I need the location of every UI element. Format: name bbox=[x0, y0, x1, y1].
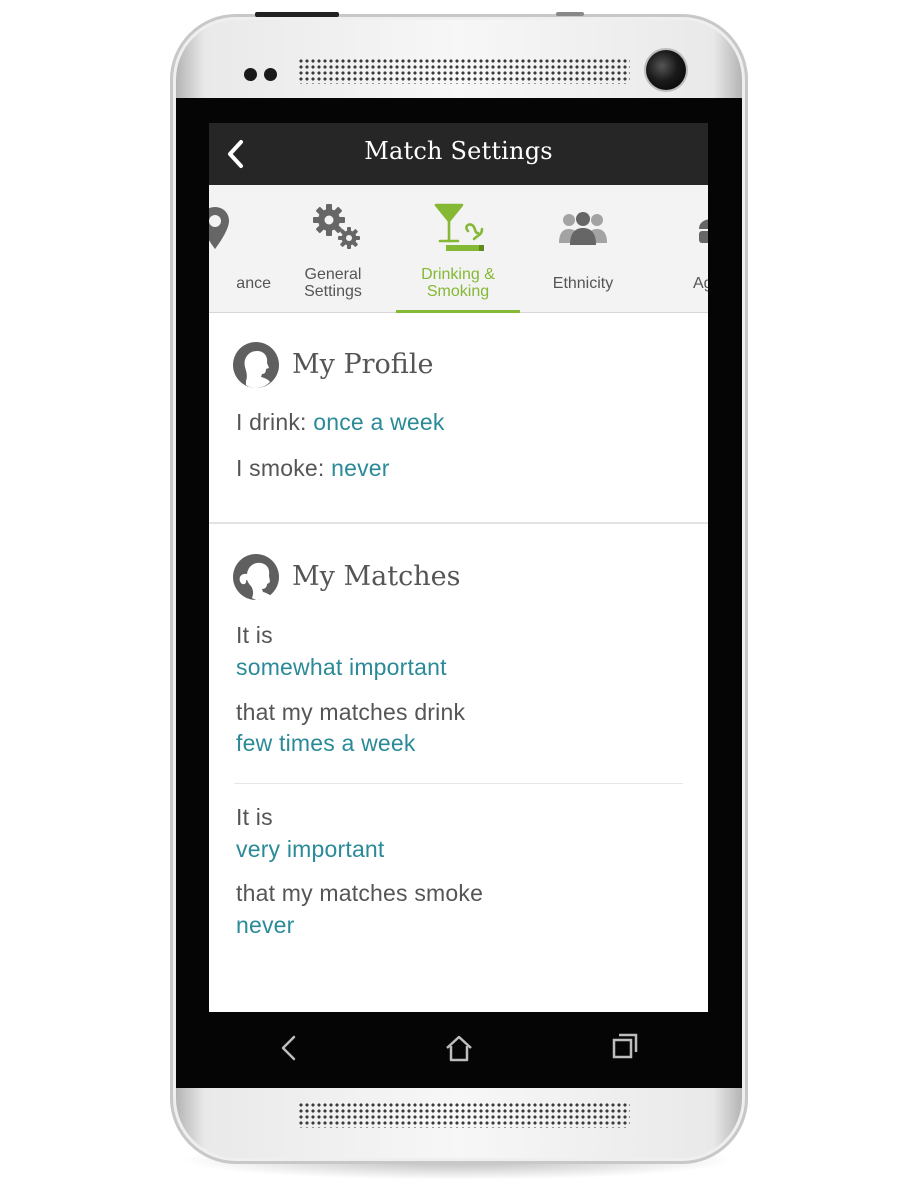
tab-drinking-smoking[interactable]: Drinking & Smoking bbox=[396, 185, 520, 313]
section-title: My Profile bbox=[292, 349, 434, 380]
female-profile-icon bbox=[233, 554, 279, 600]
tab-distance[interactable]: ance bbox=[209, 185, 271, 312]
profile-drink-row: I drink: once a week bbox=[236, 409, 445, 436]
back-arrow-icon bbox=[281, 1035, 296, 1061]
power-button bbox=[255, 12, 339, 17]
back-button[interactable] bbox=[215, 133, 257, 175]
recent-apps-icon bbox=[612, 1033, 638, 1059]
section-title: My Matches bbox=[292, 561, 461, 592]
preference-divider bbox=[234, 783, 683, 784]
top-speaker-grille bbox=[298, 58, 630, 84]
tab-label-line1: General bbox=[304, 266, 362, 283]
people-group-icon bbox=[559, 212, 607, 245]
smoke-importance-prefix: It is bbox=[236, 804, 273, 830]
matches-drink-frequency-value[interactable]: few times a week bbox=[236, 730, 416, 757]
my-matches-section: My Matches It is somewhat important that… bbox=[209, 524, 708, 1012]
tab-ethnicity[interactable]: Ethnicity bbox=[521, 185, 645, 312]
sensor-dot bbox=[264, 68, 277, 81]
tab-label-line2: Settings bbox=[304, 283, 362, 300]
drink-importance-value[interactable]: somewhat important bbox=[236, 654, 447, 681]
category-tab-bar[interactable]: ance General Settings Drinking & Smoking… bbox=[209, 185, 708, 313]
drink-label: I drink: bbox=[236, 409, 314, 435]
smoke-frequency-value[interactable]: never bbox=[331, 455, 390, 481]
age-icon bbox=[699, 219, 708, 243]
top-edge-notch bbox=[556, 12, 584, 16]
chevron-left-icon bbox=[228, 140, 243, 168]
profile-smoke-row: I smoke: never bbox=[236, 455, 390, 482]
tab-label: Ethnicity bbox=[552, 275, 614, 292]
smoke-importance-value[interactable]: very important bbox=[236, 836, 385, 863]
front-camera bbox=[646, 50, 686, 90]
nav-recent-apps-button[interactable] bbox=[603, 1028, 647, 1068]
drink-importance-prefix: It is bbox=[236, 622, 273, 648]
drink-preference-label: that my matches drink bbox=[236, 699, 466, 725]
tab-label: Ag bbox=[693, 275, 708, 292]
my-profile-section: My Profile I drink: once a week I smoke:… bbox=[209, 312, 708, 522]
tab-label-line2: Smoking bbox=[426, 283, 490, 300]
app-bar: Match Settings bbox=[209, 123, 708, 185]
gears-icon bbox=[313, 204, 360, 249]
drinking-smoking-icon bbox=[434, 203, 484, 251]
drink-frequency-value[interactable]: once a week bbox=[313, 409, 444, 435]
nav-home-button[interactable] bbox=[437, 1028, 481, 1068]
bottom-speaker-grille bbox=[298, 1102, 630, 1128]
home-icon bbox=[446, 1035, 472, 1062]
smoke-preference-label: that my matches smoke bbox=[236, 880, 484, 906]
nav-back-button[interactable] bbox=[267, 1028, 311, 1068]
tab-label: ance bbox=[236, 275, 271, 292]
app-screen: Match Settings ance General Settings Dri… bbox=[209, 123, 708, 1012]
smoke-label: I smoke: bbox=[236, 455, 332, 481]
tab-label-line1: Drinking & bbox=[421, 266, 495, 283]
tab-age[interactable]: Ag bbox=[645, 185, 708, 312]
sensor-dot bbox=[244, 68, 257, 81]
page-title: Match Settings bbox=[364, 137, 553, 165]
tab-general-settings[interactable]: General Settings bbox=[271, 185, 395, 312]
matches-smoke-frequency-value[interactable]: never bbox=[236, 912, 295, 939]
system-nav-bar bbox=[209, 1012, 708, 1086]
male-profile-icon bbox=[233, 342, 279, 388]
location-pin-icon bbox=[209, 207, 229, 249]
